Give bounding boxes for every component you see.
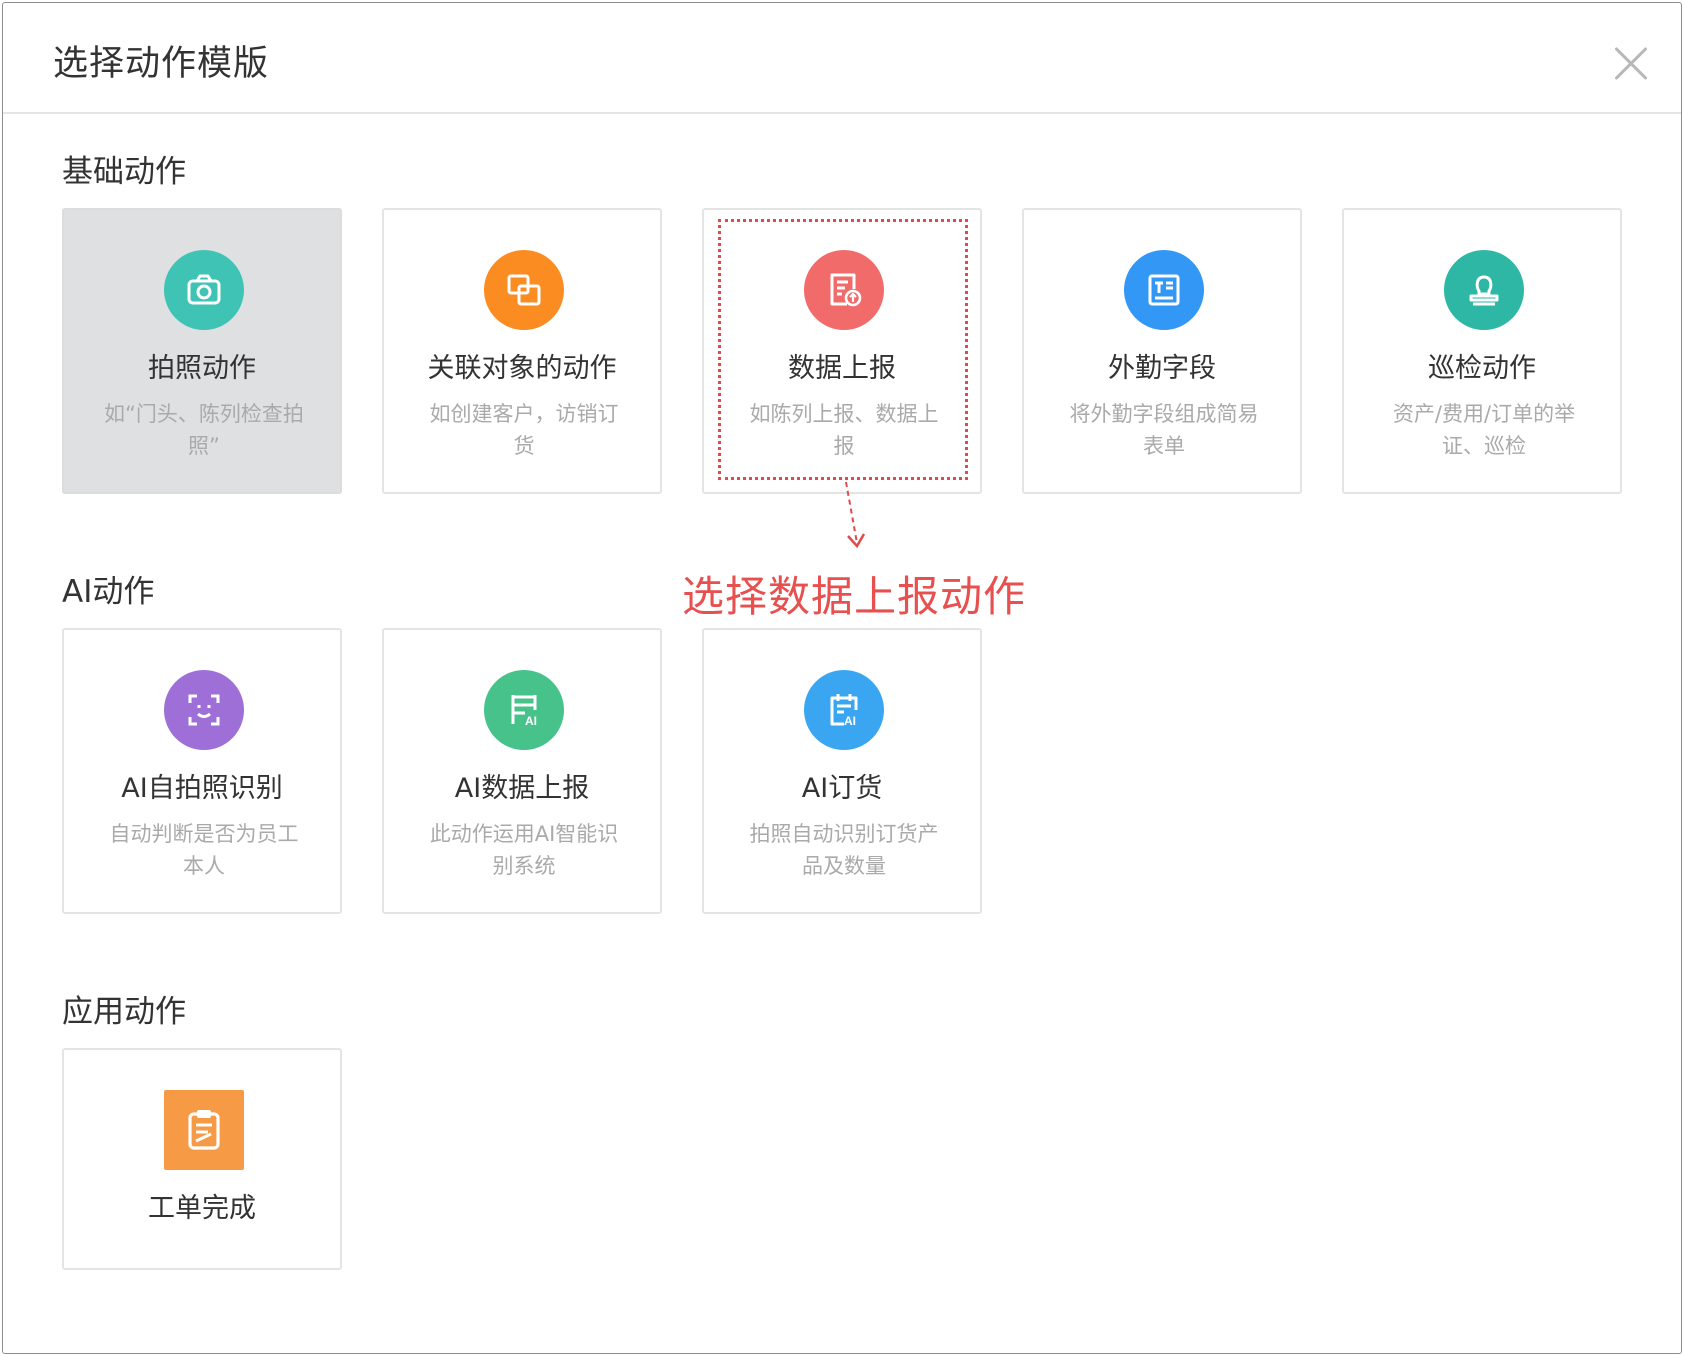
card-title: 关联对象的动作 <box>427 353 617 384</box>
close-icon[interactable] <box>1613 45 1649 81</box>
card-data-report[interactable]: 数据上报 如陈列上报、数据上报 <box>702 208 982 494</box>
card-desc: 此动作运用AI智能识别系统 <box>429 822 619 878</box>
card-desc: 拍照自动识别订货产品及数量 <box>749 822 939 878</box>
card-title: AI订货 <box>801 773 883 804</box>
card-photo-action[interactable]: 拍照动作 如“门头、陈列检查拍照” <box>62 208 342 494</box>
svg-text:AI: AI <box>844 714 856 728</box>
ai-order-icon: AI <box>804 670 884 750</box>
card-title: AI自拍照识别 <box>121 773 283 804</box>
card-title: 数据上报 <box>788 353 896 384</box>
card-ai-data-report[interactable]: AI AI数据上报 此动作运用AI智能识别系统 <box>382 628 662 914</box>
card-desc: 自动判断是否为员工本人 <box>109 822 299 878</box>
dialog-header: 选择动作模版 <box>3 3 1681 114</box>
work-order-icon <box>164 1090 244 1170</box>
form-field-icon <box>1124 250 1204 330</box>
card-title: AI数据上报 <box>454 773 590 804</box>
card-field-form[interactable]: 外勤字段 将外勤字段组成简易表单 <box>1022 208 1302 494</box>
section-title-ai: AI动作 <box>62 574 155 610</box>
card-title: 拍照动作 <box>148 353 256 384</box>
card-desc: 资产/费用/订单的举证、巡检 <box>1392 402 1576 458</box>
card-ai-order[interactable]: AI AI订货 拍照自动识别订货产品及数量 <box>702 628 982 914</box>
camera-icon <box>164 250 244 330</box>
annotation-text: 选择数据上报动作 <box>682 572 1027 621</box>
card-desc: 如创建客户，访销订货 <box>429 402 619 458</box>
section-title-app: 应用动作 <box>62 994 186 1030</box>
card-desc: 如“门头、陈列检查拍照” <box>104 402 304 458</box>
data-report-icon <box>804 250 884 330</box>
card-work-order-complete[interactable]: 工单完成 <box>62 1048 342 1270</box>
dialog-title: 选择动作模版 <box>53 44 270 84</box>
card-desc: 如陈列上报、数据上报 <box>749 402 939 458</box>
stamp-icon <box>1444 250 1524 330</box>
card-inspection-action[interactable]: 巡检动作 资产/费用/订单的举证、巡检 <box>1342 208 1622 494</box>
ai-shelf-icon: AI <box>484 670 564 750</box>
card-desc: 将外勤字段组成简易表单 <box>1069 402 1259 458</box>
card-title: 外勤字段 <box>1108 353 1216 384</box>
card-related-object-action[interactable]: 关联对象的动作 如创建客户，访销订货 <box>382 208 662 494</box>
card-title: 巡检动作 <box>1428 353 1536 384</box>
face-scan-icon <box>164 670 244 750</box>
link-object-icon <box>484 250 564 330</box>
section-title-basic: 基础动作 <box>62 154 186 190</box>
svg-text:AI: AI <box>525 714 537 728</box>
card-title: 工单完成 <box>148 1193 256 1224</box>
card-ai-selfie[interactable]: AI自拍照识别 自动判断是否为员工本人 <box>62 628 342 914</box>
